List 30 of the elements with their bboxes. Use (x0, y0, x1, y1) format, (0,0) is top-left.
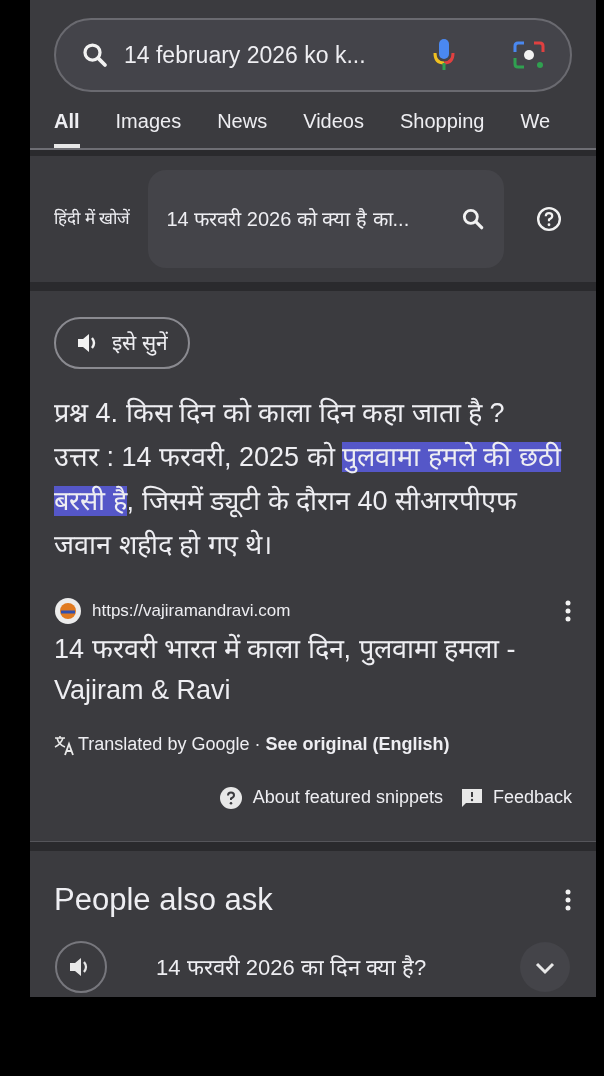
search-tab[interactable]: We (520, 106, 551, 149)
more-options-icon[interactable] (564, 599, 572, 624)
section-heading: People also ask (54, 880, 273, 919)
snippet-answer: प्रश्न 4. किस दिन को काला दिन कहा जाता है ? उत्तर : 14 फरवरी, 2025 को पुलवामा हमले की छठी बरसी है, जिसमें ड्यूटी के दौरान 40 सीआरपीएफ जवान शहीद हो गए थे। (54, 396, 563, 563)
search-tab[interactable]: Shopping (399, 106, 485, 149)
camera-icon[interactable] (512, 40, 546, 70)
question-text[interactable]: 14 फरवरी 2026 का दिन क्या है? (156, 950, 470, 984)
help-icon[interactable] (536, 205, 563, 232)
result-title-link[interactable]: 14 फरवरी भारत में काला दिन, पुलवामा हमला - Vajiram & Ravi (54, 629, 572, 712)
search-icon (80, 40, 110, 70)
translation-note: Translated by Google · See original (English) (78, 733, 450, 757)
listen-button[interactable]: इसे सुनें (54, 317, 190, 370)
about-snippets-link[interactable]: About featured snippets (252, 784, 443, 812)
search-tab[interactable]: Images (115, 106, 182, 149)
microphone-icon[interactable] (432, 38, 456, 72)
search-field[interactable]: 14 february 2026 ko k... (54, 18, 572, 92)
site-favicon-icon (54, 597, 82, 626)
speaker-icon[interactable] (54, 940, 108, 994)
search-tab[interactable]: Videos (303, 106, 364, 149)
source-url[interactable]: https://vajiramandravi.com (92, 598, 554, 624)
feedback-icon (460, 787, 483, 808)
translate-icon (54, 733, 76, 756)
search-tab[interactable]: News (217, 106, 268, 149)
more-options-icon[interactable] (564, 887, 572, 912)
chevron-down-icon[interactable] (518, 940, 572, 994)
hindi-search-label: हिंदी में खोजें (54, 207, 131, 231)
help-icon (218, 785, 243, 810)
feedback-link[interactable]: Feedback (492, 784, 572, 812)
search-query: 14 february 2026 ko k... (124, 40, 367, 70)
hindi-search-field[interactable]: 14 फरवरी 2026 को क्या है का... (148, 169, 505, 268)
